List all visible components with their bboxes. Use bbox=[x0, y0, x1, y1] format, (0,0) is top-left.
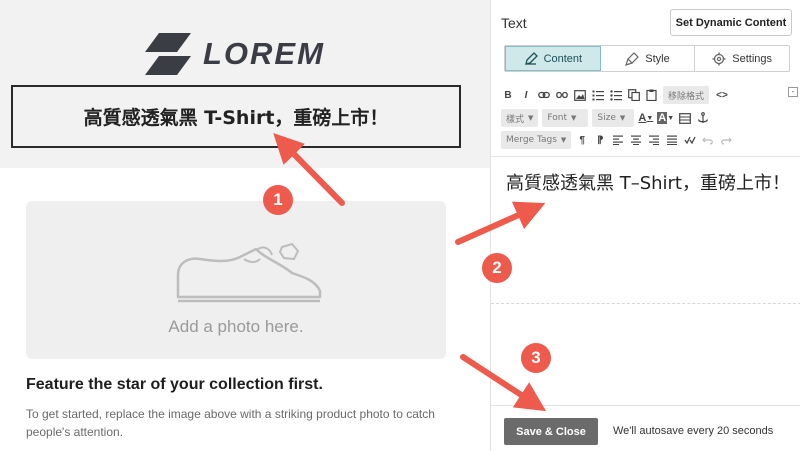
bg-color-label: A bbox=[657, 112, 668, 124]
tab-settings-label: Settings bbox=[732, 52, 773, 65]
text-color-button[interactable]: A ▼ bbox=[638, 109, 653, 127]
chevron-down-icon: ▼ bbox=[560, 136, 567, 144]
paste-button[interactable] bbox=[645, 86, 659, 104]
tab-content[interactable]: Content bbox=[505, 46, 601, 71]
unlink-button[interactable] bbox=[555, 86, 569, 104]
spellcheck-button[interactable] bbox=[683, 131, 697, 149]
logo-mark-icon bbox=[145, 33, 191, 75]
chevron-down-icon: ▼ bbox=[528, 114, 534, 122]
copy-icon bbox=[628, 89, 640, 101]
step-badge-2: 2 bbox=[482, 253, 512, 283]
link-button[interactable] bbox=[537, 86, 551, 104]
align-center-button[interactable] bbox=[629, 131, 643, 149]
set-dynamic-content-button[interactable]: Set Dynamic Content bbox=[670, 9, 792, 36]
justify-icon bbox=[667, 135, 678, 145]
logo-text: LOREM bbox=[203, 36, 325, 71]
background-color-button[interactable]: A ▼ bbox=[657, 109, 674, 127]
undo-icon bbox=[702, 137, 714, 145]
headline-text: 高質感透氣黑 T-Shirt，重磅上市！ bbox=[83, 107, 389, 129]
chevron-down-icon: ▼ bbox=[619, 114, 626, 122]
anchor-icon bbox=[698, 112, 709, 123]
tab-content-label: Content bbox=[543, 52, 583, 65]
app-root: LOREM 高質感透氣黑 T-Shirt，重磅上市！ Add a photo h… bbox=[0, 0, 800, 451]
redo-button[interactable] bbox=[719, 131, 733, 149]
feature-body: To get started, replace the image above … bbox=[26, 407, 435, 439]
image-button[interactable] bbox=[573, 86, 587, 104]
editor-panel: Text Set Dynamic Content Content Style S… bbox=[490, 0, 800, 451]
toolbar-row-1: B I 移除格式 <> bbox=[501, 85, 733, 105]
rich-text-toolbar: B I 移除格式 <> - 樣式▼ Font▼ Size▼ A▼ A▼ bbox=[501, 82, 800, 152]
feature-title: Feature the star of your collection firs… bbox=[26, 376, 323, 393]
undo-button[interactable] bbox=[701, 131, 715, 149]
tab-style-label: Style bbox=[645, 52, 670, 65]
collapse-toolbar-button[interactable]: - bbox=[788, 87, 798, 97]
align-left-icon bbox=[613, 135, 624, 145]
photo-placeholder-label: Add a photo here. bbox=[168, 317, 304, 336]
table-icon bbox=[679, 112, 692, 124]
copy-button[interactable] bbox=[627, 86, 641, 104]
autosave-note: We'll autosave every 20 seconds bbox=[613, 425, 774, 437]
align-center-icon bbox=[631, 135, 642, 145]
step-badge-3: 3 bbox=[521, 343, 551, 373]
panel-footer: Save & Close We'll autosave every 20 sec… bbox=[491, 405, 800, 451]
anchor-button[interactable] bbox=[696, 109, 710, 127]
paragraph-rtl-button[interactable]: ⁋ bbox=[593, 131, 607, 149]
save-and-close-button[interactable]: Save & Close bbox=[504, 418, 598, 445]
tab-settings[interactable]: Settings bbox=[695, 46, 789, 71]
toolbar-row-2: 樣式 ▼ Font ▼ Size ▼ A ▼ A ▼ bbox=[501, 108, 714, 128]
paragraph-ltr-button[interactable]: ¶ bbox=[575, 131, 589, 149]
justify-button[interactable] bbox=[665, 131, 679, 149]
align-right-icon bbox=[649, 135, 660, 145]
headline-text-block[interactable]: 高質感透氣黑 T-Shirt，重磅上市！ bbox=[11, 85, 461, 148]
font-dropdown[interactable]: Font ▼ bbox=[542, 109, 589, 127]
unlink-icon bbox=[556, 91, 568, 99]
source-code-button[interactable]: <> bbox=[715, 86, 729, 104]
redo-icon bbox=[721, 137, 733, 145]
email-preview: LOREM 高質感透氣黑 T-Shirt，重磅上市！ Add a photo h… bbox=[0, 0, 490, 451]
font-dropdown-label: Font bbox=[547, 113, 568, 123]
link-icon bbox=[538, 91, 550, 99]
chevron-down-icon: ▼ bbox=[571, 114, 577, 122]
editor-text[interactable]: 高質感透氣黑 T–Shirt，重磅上市！ bbox=[505, 172, 791, 196]
photo-placeholder[interactable]: Add a photo here. bbox=[26, 201, 446, 359]
format-dropdown[interactable]: 樣式 ▼ bbox=[501, 109, 539, 127]
gear-icon bbox=[712, 52, 726, 65]
size-dropdown-label: Size bbox=[597, 113, 616, 123]
table-button[interactable] bbox=[678, 109, 692, 127]
email-header: LOREM 高質感透氣黑 T-Shirt，重磅上市！ bbox=[0, 0, 490, 168]
align-right-button[interactable] bbox=[647, 131, 661, 149]
align-left-button[interactable] bbox=[611, 131, 625, 149]
remove-format-button[interactable]: 移除格式 bbox=[663, 86, 710, 104]
ordered-list-button[interactable] bbox=[591, 86, 605, 104]
bullet-list-button[interactable] bbox=[609, 86, 623, 104]
format-dropdown-label: 樣式 bbox=[506, 114, 525, 125]
brand-logo: LOREM bbox=[145, 33, 325, 75]
step-badge-1: 1 bbox=[263, 185, 293, 215]
brush-icon bbox=[625, 51, 640, 66]
merge-tags-dropdown[interactable]: Merge Tags ▼ bbox=[501, 131, 572, 149]
spellcheck-icon bbox=[684, 136, 696, 145]
panel-tabs: Content Style Settings bbox=[504, 45, 790, 72]
pencil-icon bbox=[524, 51, 538, 65]
image-icon bbox=[574, 89, 586, 101]
text-color-label: A bbox=[638, 112, 647, 124]
tab-style[interactable]: Style bbox=[601, 46, 696, 71]
bullet-list-icon bbox=[610, 89, 622, 101]
text-editor-area[interactable]: 高質感透氣黑 T–Shirt，重磅上市！ bbox=[491, 156, 800, 304]
shoe-icon bbox=[176, 242, 322, 303]
italic-button[interactable]: I bbox=[519, 86, 533, 104]
size-dropdown[interactable]: Size ▼ bbox=[592, 109, 635, 127]
merge-tags-label: Merge Tags bbox=[506, 135, 557, 145]
panel-title: Text bbox=[501, 15, 527, 31]
toolbar-row-3: Merge Tags ▼ ¶ ⁋ bbox=[501, 130, 737, 150]
ordered-list-icon bbox=[592, 90, 604, 100]
bold-button[interactable]: B bbox=[501, 86, 515, 104]
paste-icon bbox=[646, 89, 657, 101]
